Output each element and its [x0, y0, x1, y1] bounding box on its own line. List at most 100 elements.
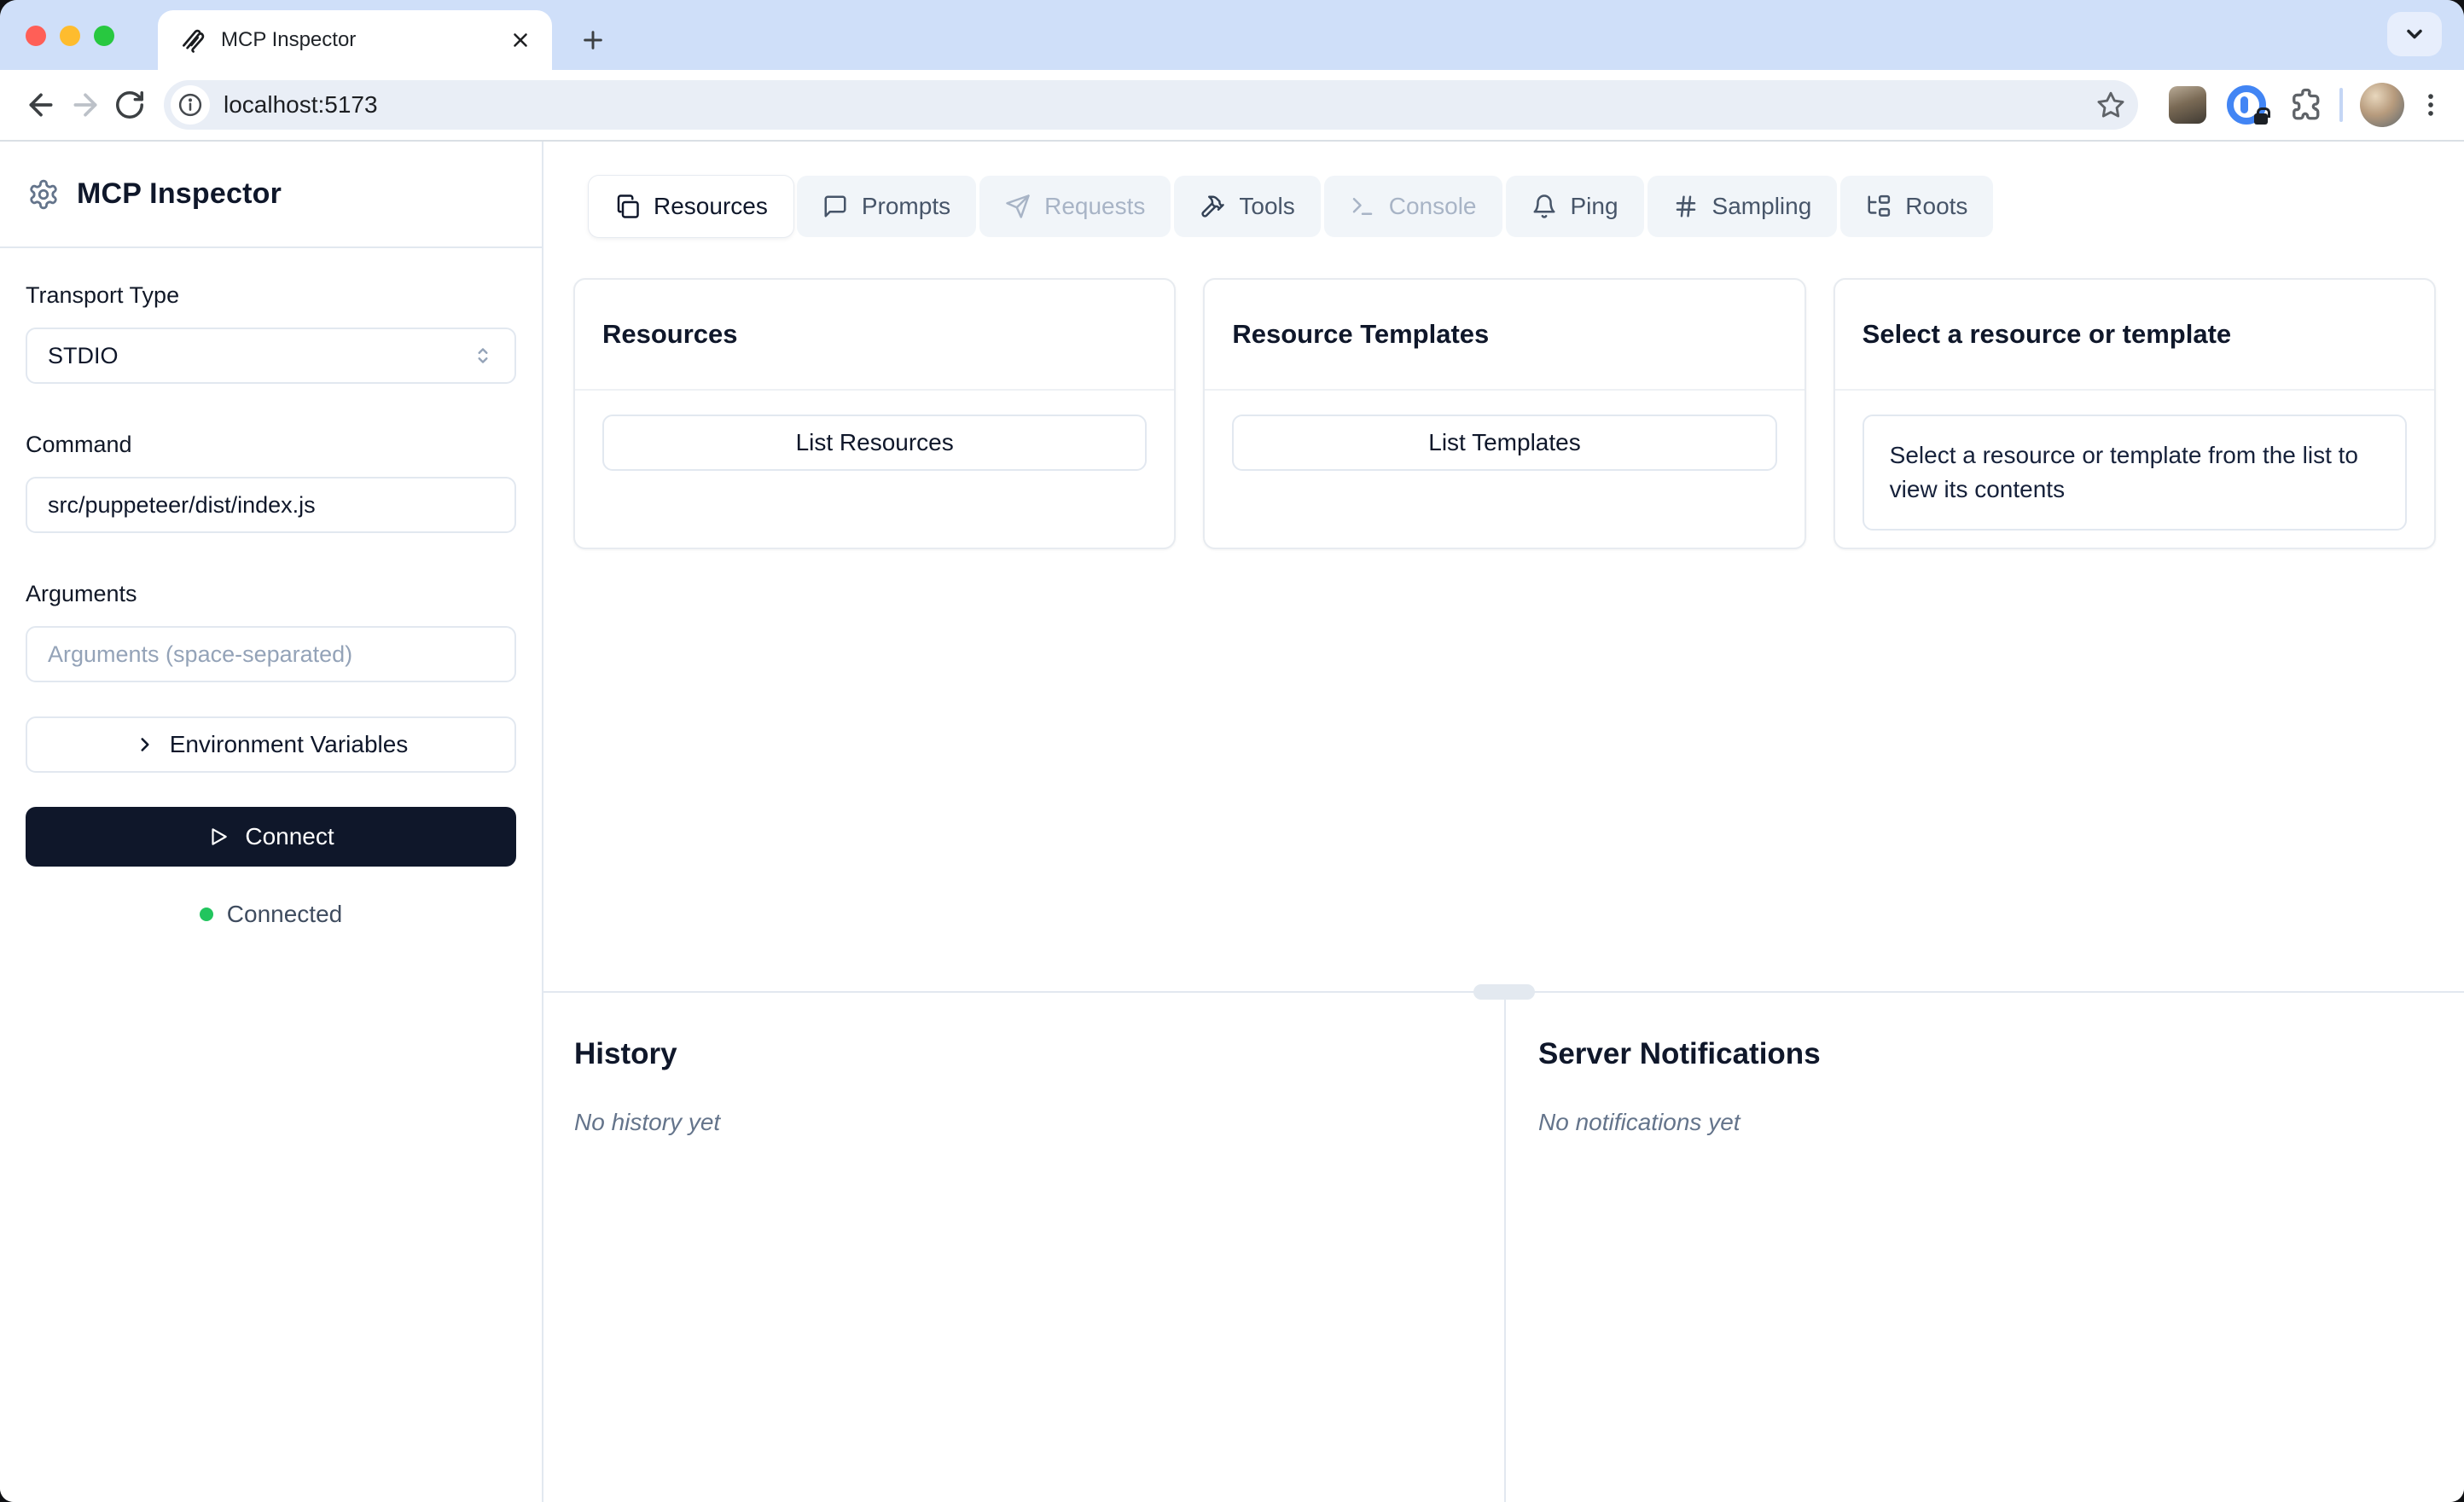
tab-prompts[interactable]: Prompts	[796, 176, 977, 237]
tab-label: Roots	[1905, 193, 1968, 219]
tab-ping[interactable]: Ping	[1505, 176, 1644, 237]
server-notifications-title: Server Notifications	[1538, 1037, 1821, 1070]
extensions-puzzle-icon[interactable]	[2287, 87, 2322, 123]
transport-type-value: STDIO	[48, 342, 119, 368]
resources-card-title: Resources	[602, 319, 738, 349]
address-bar[interactable]: localhost:5173	[164, 80, 2138, 130]
bookmark-star-icon[interactable]	[2095, 90, 2126, 120]
command-input[interactable]	[26, 477, 516, 533]
transport-type-select[interactable]: STDIO	[26, 328, 516, 384]
browser-toolbar: localhost:5173	[0, 70, 2464, 142]
history-title: History	[574, 1037, 677, 1070]
environment-variables-label: Environment Variables	[169, 731, 409, 757]
browser-tabstrip: MCP Inspector	[0, 0, 2464, 70]
chevron-right-icon	[141, 738, 149, 751]
close-tab-icon[interactable]	[509, 29, 532, 51]
hash-icon	[1676, 195, 1695, 217]
selection-placeholder-message: Select a resource or template from the l…	[1862, 415, 2407, 531]
tab-sampling[interactable]: Sampling	[1647, 176, 1838, 237]
resource-selection-card-title: Select a resource or template	[1862, 319, 2232, 349]
bottom-panel: History No history yet Server Notificati…	[543, 984, 2464, 1502]
tab-label: Resources	[654, 193, 768, 219]
forward-icon	[73, 93, 97, 117]
play-icon	[212, 828, 228, 845]
hammer-icon	[1201, 195, 1225, 217]
browser-window: MCP Inspector localhost:5173 MCP Inspect…	[0, 0, 2464, 1502]
sidebar: MCP Inspector Transport Type STDIO Comma…	[0, 142, 543, 1502]
connect-button-label: Connect	[245, 823, 334, 850]
sidebar-header: MCP Inspector	[0, 142, 542, 248]
transport-type-label: Transport Type	[26, 282, 180, 308]
tab-label: Prompts	[861, 193, 951, 219]
tab-label: Ping	[1570, 193, 1618, 219]
tab-label: Sampling	[1711, 193, 1812, 219]
send-icon	[1006, 194, 1030, 218]
list-templates-button[interactable]: List Templates	[1232, 415, 1777, 471]
feature-tabs: Resources Prompts Requests Tools Console…	[589, 176, 2464, 237]
files-icon	[617, 194, 639, 218]
forward-button[interactable]	[63, 83, 108, 127]
main-content: Resources Prompts Requests Tools Console…	[543, 142, 2464, 1502]
message-square-icon	[824, 195, 846, 217]
resource-selection-card: Select a resource or template Select a r…	[1833, 278, 2436, 549]
keyhole-shape	[2240, 96, 2248, 113]
window-controls	[26, 26, 114, 46]
extension-avatar-icon[interactable]	[2169, 86, 2206, 124]
tab-label: Tools	[1239, 193, 1295, 219]
lock-badge-icon	[2254, 107, 2270, 125]
tab-label: Console	[1388, 193, 1477, 219]
profile-avatar[interactable]	[2360, 83, 2404, 127]
arguments-input[interactable]	[26, 626, 516, 682]
connection-status: Connected	[26, 901, 516, 928]
tab-tools[interactable]: Tools	[1174, 176, 1321, 237]
tab-title: MCP Inspector	[221, 28, 357, 51]
panel-resize-handle[interactable]	[1473, 984, 1535, 1000]
select-chevrons-icon	[478, 348, 488, 363]
tab-search-button[interactable]	[2387, 12, 2442, 56]
tab-label: Requests	[1044, 193, 1146, 219]
folder-tree-icon	[1868, 194, 1891, 217]
chevron-down-icon	[2407, 29, 2422, 39]
command-label: Command	[26, 432, 132, 457]
tab-requests: Requests	[979, 176, 1171, 237]
reload-button[interactable]	[108, 83, 152, 127]
notifications-empty-text: No notifications yet	[1538, 1109, 1740, 1135]
plus-icon	[584, 31, 602, 49]
resources-card: Resources List Resources	[573, 278, 1177, 549]
history-panel: History No history yet	[543, 993, 1504, 1502]
mcp-inspector-app: MCP Inspector Transport Type STDIO Comma…	[0, 142, 2464, 1502]
cards-row: Resources List Resources Resource Templa…	[573, 278, 2436, 549]
mcp-logo-icon	[183, 29, 205, 53]
browser-menu-icon[interactable]	[2416, 90, 2445, 119]
reload-icon	[116, 91, 143, 119]
resource-templates-card-title: Resource Templates	[1232, 319, 1490, 349]
toolbar-divider	[2339, 88, 2343, 122]
url-text: localhost:5173	[224, 91, 378, 118]
environment-variables-button[interactable]: Environment Variables	[26, 716, 516, 773]
zoom-window-button[interactable]	[94, 26, 114, 46]
tab-roots[interactable]: Roots	[1840, 176, 1994, 237]
status-text: Connected	[226, 901, 343, 927]
gear-icon	[30, 179, 57, 209]
history-empty-text: No history yet	[574, 1109, 721, 1135]
arguments-label: Arguments	[26, 581, 137, 606]
app-title: MCP Inspector	[77, 177, 282, 210]
back-button[interactable]	[19, 83, 63, 127]
list-resources-button[interactable]: List Resources	[602, 415, 1148, 471]
bell-icon	[1533, 194, 1555, 218]
terminal-icon	[1352, 198, 1373, 215]
resource-selection-card-header: Select a resource or template	[1834, 280, 2434, 391]
minimize-window-button[interactable]	[60, 26, 80, 46]
new-tab-button[interactable]	[569, 16, 617, 64]
site-info-button[interactable]	[171, 85, 210, 125]
resources-card-header: Resources	[575, 280, 1175, 391]
browser-tab[interactable]: MCP Inspector	[158, 10, 552, 70]
password-manager-icon[interactable]	[2227, 85, 2270, 125]
close-window-button[interactable]	[26, 26, 46, 46]
info-icon	[178, 93, 202, 117]
tab-resources[interactable]: Resources	[589, 176, 793, 237]
sidebar-form: Transport Type STDIO Command Arguments E…	[0, 248, 542, 928]
resource-templates-card: Resource Templates List Templates	[1203, 278, 1806, 549]
connect-button[interactable]: Connect	[26, 807, 516, 867]
tab-console: Console	[1323, 176, 1502, 237]
